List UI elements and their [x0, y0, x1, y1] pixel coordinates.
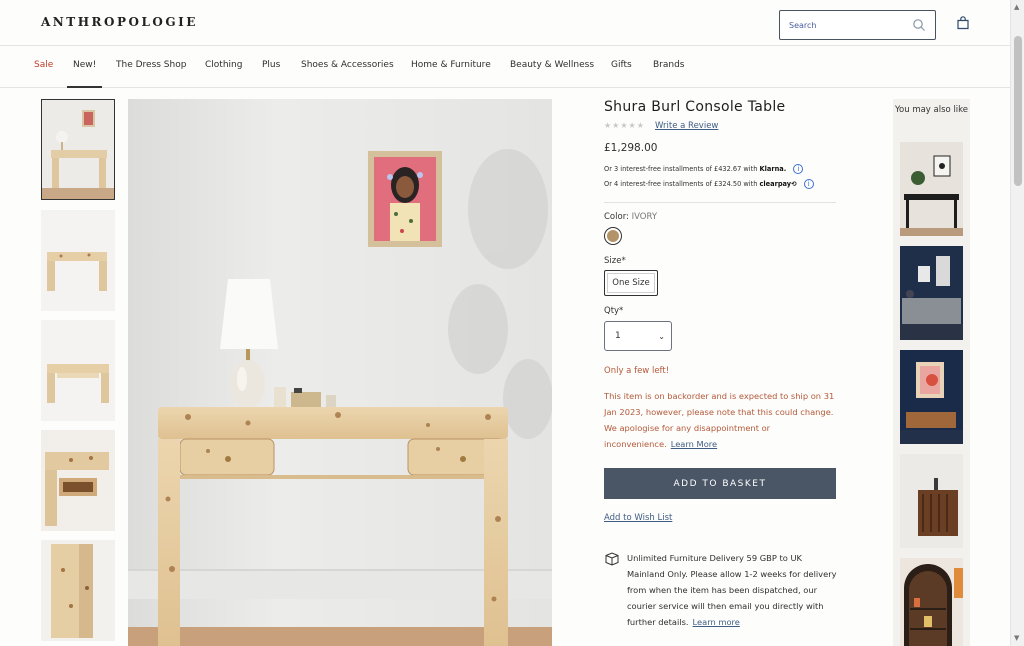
qty-label: Qty*: [604, 306, 624, 316]
backorder-text: This item is on backorder and is expecte…: [604, 391, 835, 449]
recommendation-item-5[interactable]: [900, 558, 963, 646]
chevron-down-icon: ⌄: [658, 332, 665, 341]
thumbnail-1[interactable]: [41, 99, 115, 200]
search-icon[interactable]: [912, 18, 926, 32]
clearpay-installments: Or 4 interest-free installments of £324.…: [604, 179, 814, 189]
thumbnail-3[interactable]: [41, 320, 115, 421]
klarna-logo: Klarna.: [759, 165, 787, 173]
divider: [604, 202, 836, 203]
klarna-installments: Or 3 interest-free installments of £432.…: [604, 164, 804, 174]
recommendation-item-1[interactable]: [900, 142, 963, 236]
swatch-fill: [607, 230, 619, 242]
backorder-learn-more-link[interactable]: Learn More: [671, 439, 717, 449]
scroll-down-arrow-icon[interactable]: ▼: [1014, 634, 1019, 642]
scrollbar-thumb[interactable]: [1014, 36, 1022, 186]
add-to-wishlist-link[interactable]: Add to Wish List: [604, 513, 672, 523]
product-price: £1,298.00: [604, 142, 658, 154]
nav-item-sale[interactable]: Sale: [34, 60, 53, 70]
qty-value: 1: [615, 331, 621, 341]
search-input[interactable]: [789, 17, 904, 33]
backorder-notice: This item is on backorder and is expecte…: [604, 388, 836, 452]
scroll-up-arrow-icon[interactable]: ▲: [1014, 3, 1019, 11]
recommendation-item-4[interactable]: [900, 454, 963, 548]
product-page: ANTHROPOLOGIE Sale New! The Dress Shop C…: [0, 0, 1024, 646]
delivery-text: Unlimited Furniture Delivery 59 GBP to U…: [627, 553, 837, 627]
rating-stars[interactable]: ★★★★★: [604, 121, 645, 130]
shopping-bag-icon[interactable]: [956, 16, 970, 30]
recommendations-heading: You may also like: [894, 105, 969, 115]
nav-item-beauty-wellness[interactable]: Beauty & Wellness: [510, 60, 594, 70]
nav-item-dress-shop[interactable]: The Dress Shop: [116, 60, 186, 70]
quantity-select[interactable]: 1 ⌄: [604, 321, 672, 351]
klarna-text: Or 3 interest-free installments of £432.…: [604, 165, 758, 173]
search-box[interactable]: [779, 10, 936, 40]
delivery-learn-more-link[interactable]: Learn more: [693, 617, 740, 627]
recommendation-item-3[interactable]: [900, 350, 963, 444]
stock-warning: Only a few left!: [604, 366, 670, 376]
clearpay-info-icon[interactable]: i: [803, 179, 814, 189]
thumbnail-5[interactable]: [41, 540, 115, 641]
nav-item-plus[interactable]: Plus: [262, 60, 280, 70]
box-icon: [605, 552, 619, 566]
clearpay-logo: clearpay⟲: [759, 180, 797, 188]
nav-active-underline: [67, 86, 102, 88]
size-label: Size*: [604, 256, 626, 266]
product-title: Shura Burl Console Table: [604, 99, 786, 115]
color-swatch-ivory[interactable]: [604, 227, 622, 245]
site-header: ANTHROPOLOGIE: [0, 0, 1010, 46]
color-value: IVORY: [631, 212, 658, 222]
write-review-link[interactable]: Write a Review: [655, 121, 718, 131]
nav-item-brands[interactable]: Brands: [653, 60, 685, 70]
nav-item-shoes-accessories[interactable]: Shoes & Accessories: [301, 60, 394, 70]
thumbnail-2[interactable]: [41, 210, 115, 311]
nav-item-gifts[interactable]: Gifts: [611, 60, 632, 70]
color-label-text: Color:: [604, 212, 629, 222]
add-to-basket-button[interactable]: ADD TO BASKET: [604, 468, 836, 499]
thumbnail-4[interactable]: [41, 430, 115, 531]
recommendations-panel: You may also like: [893, 99, 970, 646]
nav-item-clothing[interactable]: Clothing: [205, 60, 242, 70]
color-label: Color: IVORY: [604, 212, 657, 222]
site-logo[interactable]: ANTHROPOLOGIE: [41, 15, 198, 29]
page-scrollbar[interactable]: ▲ ▼: [1010, 0, 1024, 646]
main-nav: Sale New! The Dress Shop Clothing Plus S…: [0, 46, 1010, 88]
clearpay-text: Or 4 interest-free installments of £324.…: [604, 180, 758, 188]
size-option-one-size[interactable]: One Size: [604, 270, 658, 296]
nav-item-home-furniture[interactable]: Home & Furniture: [411, 60, 491, 70]
delivery-info: Unlimited Furniture Delivery 59 GBP to U…: [627, 550, 839, 630]
klarna-info-icon[interactable]: i: [793, 164, 804, 174]
nav-item-new[interactable]: New!: [73, 60, 96, 70]
recommendation-item-2[interactable]: [900, 246, 963, 340]
main-product-image[interactable]: [128, 99, 552, 646]
